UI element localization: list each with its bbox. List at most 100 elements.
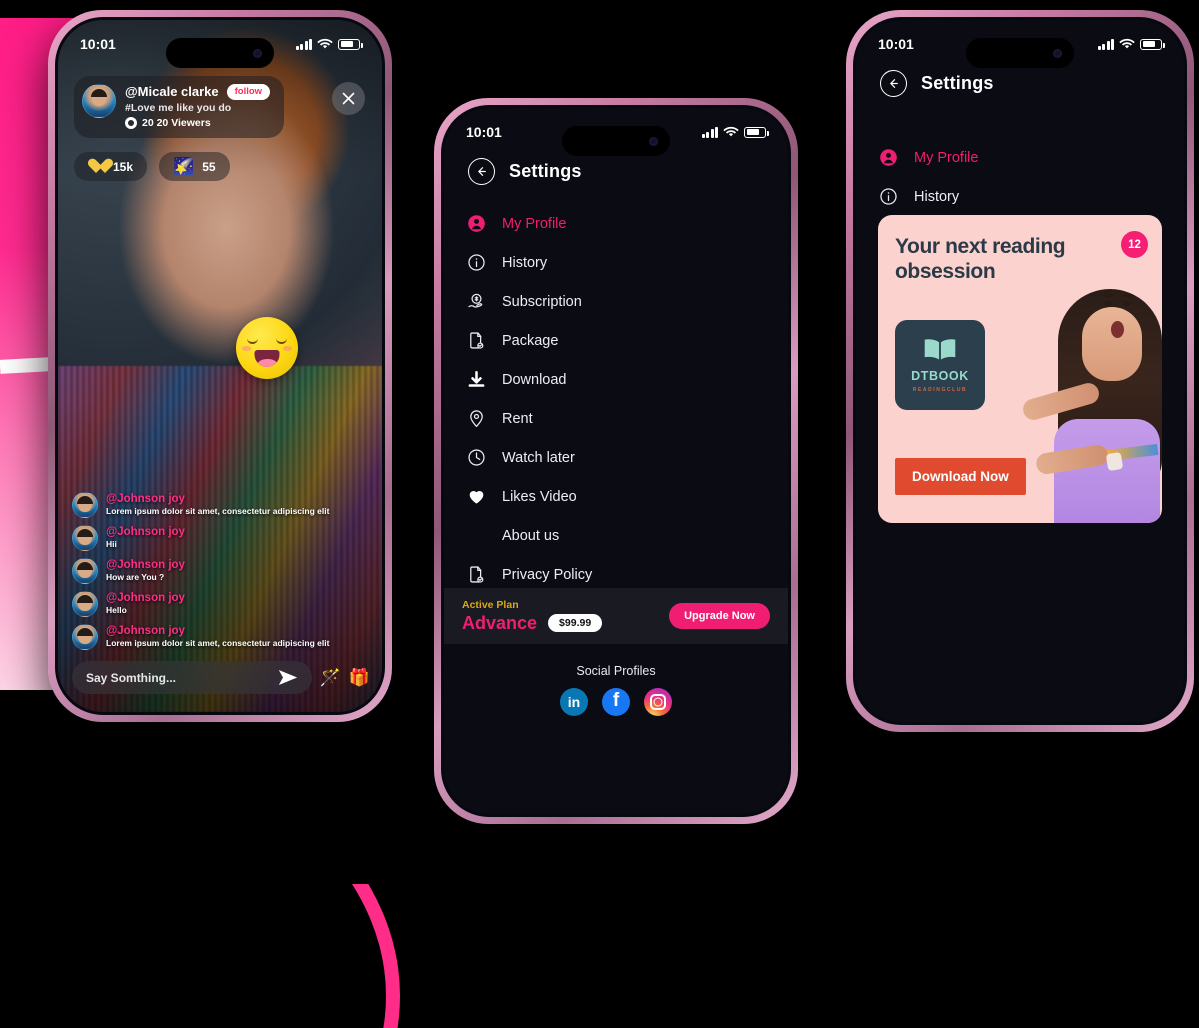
scene: 10:01 @Micale clarke follow #Love me lik… — [0, 0, 1199, 1028]
profile-icon — [466, 214, 486, 234]
social-icons-row: in f — [444, 688, 788, 716]
dynamic-island — [562, 126, 670, 156]
settings-item-history[interactable]: History — [878, 177, 1162, 216]
settings-item-subscription[interactable]: Subscription — [466, 282, 766, 321]
chat-input[interactable]: Say Somthing... — [72, 661, 312, 694]
settings-item-download[interactable]: Download — [466, 360, 766, 399]
profile-icon — [878, 148, 898, 168]
magic-wand-icon[interactable]: 🪄 — [320, 669, 341, 686]
status-time: 10:01 — [878, 36, 914, 52]
phone-settings-ad: 10:01 Settings My Profile History Your n… — [846, 10, 1194, 732]
settings-item-label: History — [502, 254, 548, 271]
model-brow-left — [1103, 294, 1114, 297]
likes-counter[interactable]: 15k — [74, 152, 148, 181]
chat-message: @Johnson joy Lorem ipsum dolor sit amet, … — [72, 624, 368, 650]
settings-item-my-profile[interactable]: My Profile — [466, 204, 766, 243]
plan-name-row: Advance $99.99 — [462, 613, 603, 634]
settings-item-label: Subscription — [502, 293, 582, 310]
phone1-body: 10:01 @Micale clarke follow #Love me lik… — [55, 17, 385, 715]
dynamic-island — [966, 38, 1074, 68]
phone2-body: 10:01 Settings My Profile History Subscrip… — [441, 105, 791, 817]
streamer-avatar — [82, 84, 116, 118]
close-stream-button[interactable] — [332, 82, 365, 115]
ad-brand-name: DTBOOK — [911, 369, 969, 383]
streamer-info-card[interactable]: @Micale clarke follow #Love me like you … — [74, 76, 285, 138]
battery-icon — [338, 38, 363, 50]
model-eye-left — [1105, 301, 1112, 306]
settings-item-label: Privacy Policy — [502, 566, 593, 583]
follow-button[interactable]: follow — [226, 84, 271, 100]
ad-brand-logo: DTBOOK READINGCLUB — [895, 320, 985, 410]
subscription-icon — [466, 292, 486, 312]
settings-item-label: Likes Video — [502, 488, 577, 505]
emoji-eye-right — [276, 338, 287, 344]
phone1-screen: 10:01 @Micale clarke follow #Love me lik… — [58, 20, 382, 712]
chat-message: @Johnson joy Hello — [72, 591, 368, 617]
settings-item-label: Download — [502, 371, 567, 388]
cellular-bars-icon — [1097, 38, 1114, 50]
settings-item-history[interactable]: History — [466, 243, 766, 282]
settings-item-likes-video[interactable]: Likes Video — [466, 477, 766, 516]
chat-body: Lorem ipsum dolor sit amet, consectetur … — [106, 638, 330, 648]
settings-item-rent[interactable]: Rent — [466, 399, 766, 438]
instagram-glyph — [650, 694, 666, 710]
settings-item-my-profile[interactable]: My Profile — [878, 138, 1162, 177]
instagram-icon[interactable] — [644, 688, 672, 716]
status-time: 10:01 — [466, 124, 502, 140]
ad-banner[interactable]: Your next reading obsession 12 DTBOOK RE… — [878, 215, 1162, 523]
ad-badge: 12 — [1121, 231, 1148, 258]
ad-model-illustration — [1020, 273, 1162, 523]
likes-count: 15k — [113, 159, 134, 174]
viewer-count: 20 20 Viewers — [142, 116, 211, 129]
back-button[interactable] — [880, 70, 907, 97]
status-time: 10:01 — [80, 36, 116, 52]
chat-username: @Johnson joy — [106, 493, 185, 505]
page-title: Settings — [921, 73, 994, 93]
emoji-blush-left — [242, 346, 251, 351]
cellular-bars-icon — [295, 38, 312, 50]
facebook-icon[interactable]: f — [602, 688, 630, 716]
settings-item-package[interactable]: Package — [466, 321, 766, 360]
linkedin-icon[interactable]: in — [560, 688, 588, 716]
phone-live-stream: 10:01 @Micale clarke follow #Love me lik… — [48, 10, 392, 722]
stream-song: #Love me like you do — [125, 101, 232, 114]
back-button[interactable] — [468, 158, 495, 185]
phone-settings-full: 10:01 Settings My Profile History Subscrip… — [434, 98, 798, 824]
battery-icon — [744, 126, 769, 138]
status-indicators — [1097, 38, 1165, 50]
model-face — [1082, 307, 1142, 381]
settings-item-label: About us — [502, 527, 560, 544]
chat-message: @Johnson joy Lorem ipsum dolor sit amet, … — [72, 492, 368, 518]
stars-counter[interactable]: 🌠 55 — [159, 152, 230, 181]
chat-text-block: @Johnson joy Lorem ipsum dolor sit amet, … — [106, 624, 329, 648]
model-eye-right — [1123, 301, 1130, 306]
chat-avatar — [72, 525, 98, 551]
stars-count: 55 — [202, 159, 216, 174]
chat-text-block: @Johnson joy Hello — [106, 591, 185, 615]
location-pin-icon — [466, 409, 486, 429]
chat-text-block: @Johnson joy Hii — [106, 525, 185, 549]
emoji-mouth — [254, 350, 280, 367]
upgrade-now-button[interactable]: Upgrade Now — [669, 603, 770, 629]
front-camera — [253, 48, 262, 58]
social-profiles-title: Social Profiles — [576, 664, 656, 678]
settings-header: Settings — [468, 158, 582, 185]
plan-info: Active Plan Advance $99.99 — [462, 599, 603, 634]
settings-item-watch-later[interactable]: Watch later — [466, 438, 766, 477]
chat-username: @Johnson joy — [106, 559, 185, 571]
chat-avatar — [72, 492, 98, 518]
chat-username: @Johnson joy — [106, 526, 185, 538]
wifi-icon — [317, 38, 333, 49]
chat-input-placeholder: Say Somthing... — [86, 670, 177, 685]
settings-item-label: Watch later — [502, 449, 575, 466]
chat-username: @Johnson joy — [106, 625, 185, 637]
download-now-button[interactable]: Download Now — [895, 458, 1026, 495]
settings-item-about-us[interactable]: About us — [466, 516, 766, 555]
gift-icon[interactable]: 🎁 — [349, 669, 370, 686]
settings-item-label: History — [914, 188, 960, 205]
chat-body: Lorem ipsum dolor sit amet, consectetur … — [106, 506, 330, 516]
emoji-eye-left — [247, 338, 258, 344]
chat-avatar — [72, 558, 98, 584]
chat-message: @Johnson joy Hii — [72, 525, 368, 551]
document-icon — [466, 565, 486, 585]
